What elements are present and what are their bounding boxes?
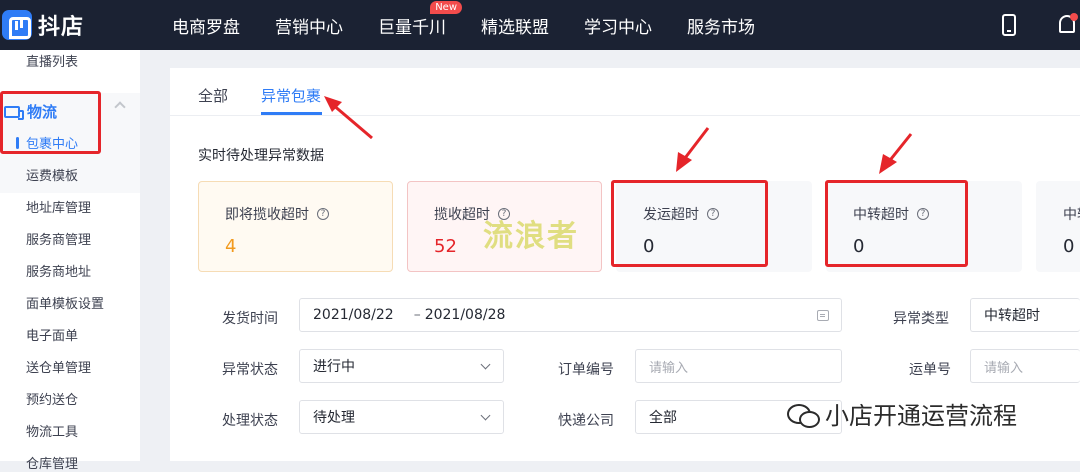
sidebar-item-logistics-tools[interactable]: 物流工具 xyxy=(26,421,78,440)
order-no-label: 订单编号 xyxy=(558,362,614,378)
doudian-logo-icon xyxy=(2,10,32,40)
nav-item-alliance[interactable]: 精选联盟 xyxy=(481,13,549,38)
stat-card-transit-timeout[interactable]: 中转超时 ? 0 xyxy=(826,181,1022,272)
stat-card-shipping-timeout[interactable]: 发运超时 ? 0 xyxy=(616,181,812,272)
tab-bar: 全部 异常包裹 xyxy=(170,68,1080,116)
help-icon[interactable]: ? xyxy=(707,208,719,220)
sidebar-item-provider-address[interactable]: 服务商地址 xyxy=(26,261,91,280)
bell-icon[interactable] xyxy=(1056,13,1078,37)
sidebar-item-warehouse-orders[interactable]: 送仓单管理 xyxy=(26,357,91,376)
waybill-placeholder: 请输入 xyxy=(984,360,1024,376)
top-navbar: 抖店 电商罗盘 营销中心 巨量千川 New 精选联盟 学习中心 服务市场 xyxy=(0,0,1080,50)
tab-underline xyxy=(261,112,322,115)
sidebar-item-waybill-template[interactable]: 面单模板设置 xyxy=(26,293,104,312)
card-value: 0 xyxy=(853,236,865,257)
logo[interactable]: 抖店 xyxy=(2,9,152,41)
sidebar: 直播列表 物流 包裹中心 运费模板 地址库管理 服务商管理 服务商地址 面单模板… xyxy=(0,50,140,472)
date-start: 2021/08/22 xyxy=(313,307,394,323)
courier-label: 快递公司 xyxy=(558,413,614,429)
nav-item-qianchuan[interactable]: 巨量千川 New xyxy=(378,0,462,38)
help-icon[interactable]: ? xyxy=(317,208,329,220)
card-title-text: 发运超时 xyxy=(643,207,699,223)
card-title-text: 即将揽收超时 xyxy=(225,207,309,223)
footer-watermark-text: 小店开通运营流程 xyxy=(825,402,1017,430)
order-no-input[interactable]: 请输入 xyxy=(635,349,842,383)
process-status-select[interactable]: 待处理 xyxy=(299,400,504,434)
sidebar-item-package-center[interactable]: 包裹中心 xyxy=(16,133,78,152)
stat-card-pickup-soon[interactable]: 即将揽收超时 ? 4 xyxy=(198,181,393,272)
card-value: 4 xyxy=(225,236,237,257)
sidebar-group-label: 物流 xyxy=(27,103,58,121)
date-separator: – xyxy=(413,307,421,323)
abnormal-status-value: 进行中 xyxy=(313,359,355,375)
abnormal-status-select[interactable]: 进行中 xyxy=(299,349,504,383)
card-title-text: 中转超时 xyxy=(853,207,909,223)
card-title: 即将揽收超时 ? xyxy=(225,204,392,224)
truck-icon xyxy=(4,105,24,120)
ship-time-label: 发货时间 xyxy=(222,311,278,327)
waybill-input[interactable]: 请输入 xyxy=(970,349,1080,383)
logo-text: 抖店 xyxy=(38,15,85,40)
sidebar-item-e-waybill[interactable]: 电子面单 xyxy=(26,325,78,344)
sidebar-item-scheduled-delivery[interactable]: 预约送仓 xyxy=(26,389,78,408)
card-value: 0 xyxy=(643,236,655,257)
wechat-icon xyxy=(785,400,821,428)
chevron-down-icon xyxy=(480,410,491,421)
abnormal-type-value: 中转超时 xyxy=(984,308,1040,324)
help-icon[interactable]: ? xyxy=(917,208,929,220)
nav-item-service-market[interactable]: 服务市场 xyxy=(687,13,755,38)
card-value: 0 xyxy=(1063,236,1075,257)
main-nav: 电商罗盘 营销中心 巨量千川 New 精选联盟 学习中心 服务市场 xyxy=(172,0,790,38)
section-title: 实时待处理异常数据 xyxy=(198,148,324,164)
sidebar-item-address-library[interactable]: 地址库管理 xyxy=(26,197,91,216)
abnormal-status-label: 异常状态 xyxy=(222,362,278,378)
abnormal-type-select[interactable]: 中转超时 xyxy=(970,298,1080,332)
date-end: 2021/08/28 xyxy=(424,307,506,323)
card-title-text: 中转 xyxy=(1063,207,1080,223)
card-title: 发运超时 ? xyxy=(643,204,811,224)
card-title-text: 揽收超时 xyxy=(434,207,490,223)
nav-item-marketing[interactable]: 营销中心 xyxy=(275,13,343,38)
card-title: 中转 xyxy=(1063,204,1080,224)
active-indicator xyxy=(16,136,19,149)
chevron-down-icon xyxy=(480,359,491,370)
process-status-value: 待处理 xyxy=(313,410,355,426)
new-badge: New xyxy=(430,0,462,14)
nav-item-qianchuan-label: 巨量千川 xyxy=(378,17,446,38)
tab-abnormal-packages[interactable]: 异常包裹 xyxy=(261,85,321,106)
tab-all[interactable]: 全部 xyxy=(198,85,228,106)
calendar-icon xyxy=(817,310,829,321)
stat-card-transit-partial[interactable]: 中转 0 xyxy=(1036,181,1080,272)
sidebar-item-freight-template[interactable]: 运费模板 xyxy=(26,165,78,184)
waybill-label: 运单号 xyxy=(909,362,951,378)
top-icons xyxy=(1002,0,1080,50)
sidebar-item-provider-mgmt[interactable]: 服务商管理 xyxy=(26,229,91,248)
ship-time-range-picker[interactable]: 2021/08/22 – 2021/08/28 xyxy=(299,298,842,332)
sidebar-item-label: 包裹中心 xyxy=(26,137,79,152)
abnormal-type-label: 异常类型 xyxy=(893,311,949,327)
card-title: 中转超时 ? xyxy=(853,204,1021,224)
sidebar-item-warehouse-mgmt[interactable]: 仓库管理 xyxy=(26,453,78,472)
sidebar-item-live-list[interactable]: 直播列表 xyxy=(26,51,78,70)
nav-item-compass[interactable]: 电商罗盘 xyxy=(172,13,240,38)
courier-value: 全部 xyxy=(649,410,677,426)
watermark-text: 流浪者 xyxy=(483,219,579,254)
phone-icon[interactable] xyxy=(1002,14,1016,36)
sidebar-group-head[interactable]: 物流 xyxy=(4,101,57,122)
process-status-label: 处理状态 xyxy=(222,413,278,429)
footer-watermark: 小店开通运营流程 xyxy=(785,396,1017,431)
order-no-placeholder: 请输入 xyxy=(649,360,689,376)
nav-item-learning[interactable]: 学习中心 xyxy=(584,13,652,38)
